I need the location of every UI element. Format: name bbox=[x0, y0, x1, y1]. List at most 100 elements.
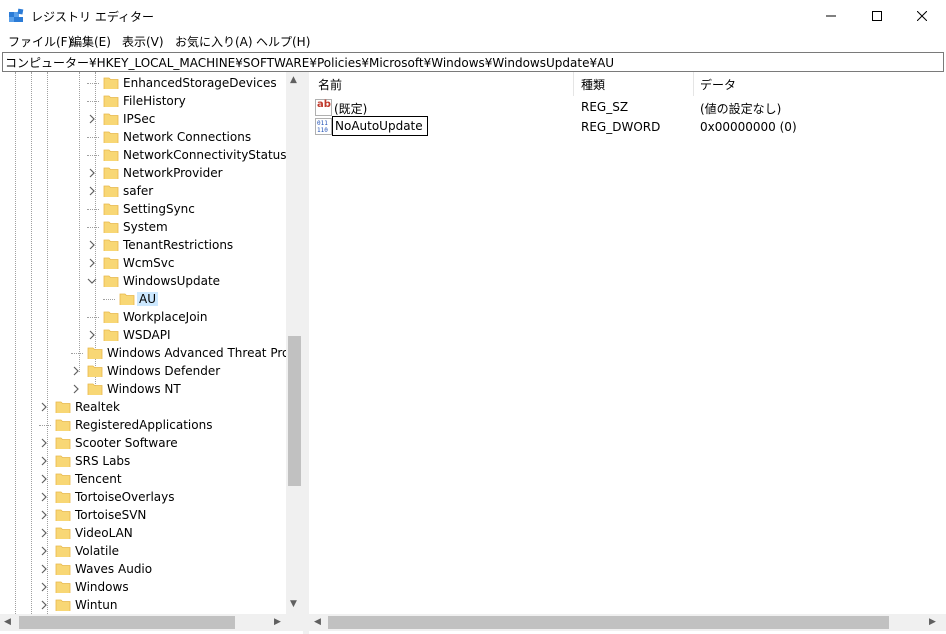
tree-node[interactable]: WorkplaceJoin bbox=[0, 308, 286, 326]
tree-node-label[interactable]: TortoiseSVN bbox=[75, 508, 146, 522]
tree-node-label[interactable]: SettingSync bbox=[123, 202, 195, 216]
tree-node-label[interactable]: EnhancedStorageDevices bbox=[123, 76, 277, 90]
tree-node-label[interactable]: Realtek bbox=[75, 400, 120, 414]
tree-node[interactable]: NetworkProvider bbox=[0, 164, 286, 182]
menu-file[interactable]: ファイル(F) bbox=[8, 33, 72, 50]
tree-node[interactable]: SRS Labs bbox=[0, 452, 286, 470]
value-row[interactable]: ab (既定) REG_SZ (値の設定なし) bbox=[309, 98, 946, 118]
chevron-right-icon[interactable] bbox=[87, 258, 97, 268]
scroll-right-icon[interactable]: ▶ bbox=[929, 617, 936, 627]
tree-node-label[interactable]: FileHistory bbox=[123, 94, 186, 108]
chevron-right-icon[interactable] bbox=[87, 186, 97, 196]
scroll-right-icon[interactable]: ▶ bbox=[274, 617, 281, 627]
tree-node-label[interactable]: Tencent bbox=[75, 472, 122, 486]
minimize-button[interactable] bbox=[808, 0, 854, 31]
scroll-left-icon[interactable]: ◀ bbox=[314, 617, 321, 627]
chevron-right-icon[interactable] bbox=[87, 240, 97, 250]
value-name-edit-text[interactable]: NoAutoUpdate bbox=[335, 119, 423, 133]
tree-node[interactable]: Network Connections bbox=[0, 128, 286, 146]
scroll-down-icon[interactable]: ▼ bbox=[290, 599, 297, 609]
column-header-type[interactable]: 種類 bbox=[581, 76, 605, 98]
chevron-right-icon[interactable] bbox=[39, 456, 49, 466]
tree-node-label[interactable]: AU bbox=[137, 292, 158, 306]
tree-node[interactable]: WSDAPI bbox=[0, 326, 286, 344]
list-hscroll-thumb[interactable] bbox=[328, 616, 889, 629]
tree-node[interactable]: Windows NT bbox=[0, 380, 286, 398]
tree-node[interactable]: Scooter Software bbox=[0, 434, 286, 452]
close-button[interactable] bbox=[899, 0, 945, 31]
tree-node-label[interactable]: SRS Labs bbox=[75, 454, 130, 468]
tree-node-label[interactable]: WcmSvc bbox=[123, 256, 174, 270]
chevron-right-icon[interactable] bbox=[39, 528, 49, 538]
tree-node[interactable]: safer bbox=[0, 182, 286, 200]
tree-node[interactable]: WcmSvc bbox=[0, 254, 286, 272]
tree-node[interactable]: TenantRestrictions bbox=[0, 236, 286, 254]
tree-node[interactable]: Windows Defender bbox=[0, 362, 286, 380]
tree-horizontal-scrollbar[interactable]: ◀ ▶ bbox=[0, 614, 286, 631]
tree-node[interactable]: WindowsUpdate bbox=[0, 272, 286, 290]
address-path[interactable]: コンピューター¥HKEY_LOCAL_MACHINE¥SOFTWARE¥Poli… bbox=[5, 54, 614, 71]
menu-edit[interactable]: 編集(E) bbox=[70, 33, 111, 50]
chevron-right-icon[interactable] bbox=[39, 474, 49, 484]
rename-value-input[interactable]: NoAutoUpdate bbox=[332, 116, 428, 136]
column-separator[interactable] bbox=[693, 72, 694, 96]
tree-node-label[interactable]: Waves Audio bbox=[75, 562, 152, 576]
tree-node[interactable]: System bbox=[0, 218, 286, 236]
chevron-right-icon[interactable] bbox=[39, 582, 49, 592]
tree-node-label[interactable]: Windows NT bbox=[107, 382, 181, 396]
tree-node-label[interactable]: WSDAPI bbox=[123, 328, 171, 342]
chevron-right-icon[interactable] bbox=[39, 564, 49, 574]
tree-node[interactable]: Tencent bbox=[0, 470, 286, 488]
tree-node[interactable]: IPSec bbox=[0, 110, 286, 128]
tree-node-label[interactable]: Windows Advanced Threat Pro bbox=[107, 346, 289, 360]
tree-node[interactable]: Volatile bbox=[0, 542, 286, 560]
tree-node-label[interactable]: Windows bbox=[75, 580, 129, 594]
chevron-right-icon[interactable] bbox=[39, 546, 49, 556]
chevron-right-icon[interactable] bbox=[87, 330, 97, 340]
tree-node-label[interactable]: Network Connections bbox=[123, 130, 251, 144]
chevron-right-icon[interactable] bbox=[39, 600, 49, 610]
tree-hscroll-thumb[interactable] bbox=[19, 616, 235, 629]
chevron-right-icon[interactable] bbox=[71, 366, 81, 376]
tree-node[interactable]: Wintun bbox=[0, 596, 286, 614]
column-header-name[interactable]: 名前 bbox=[318, 76, 342, 98]
tree-node-label[interactable]: TortoiseOverlays bbox=[75, 490, 175, 504]
chevron-right-icon[interactable] bbox=[71, 384, 81, 394]
tree-node[interactable]: AU bbox=[0, 290, 286, 308]
tree-vertical-scrollbar[interactable]: ▲ ▼ bbox=[286, 72, 303, 614]
tree-node-label[interactable]: NetworkProvider bbox=[123, 166, 223, 180]
value-row[interactable]: 011 110 NoAutoUpdate REG_DWORD 0x0000000… bbox=[309, 116, 946, 138]
tree-node-label[interactable]: safer bbox=[123, 184, 153, 198]
registry-key-tree[interactable]: EnhancedStorageDevices FileHistory IPSec Ne… bbox=[0, 72, 304, 632]
tree-node[interactable]: TortoiseSVN bbox=[0, 506, 286, 524]
tree-node-label[interactable]: NetworkConnectivityStatusI bbox=[123, 148, 290, 162]
chevron-right-icon[interactable] bbox=[39, 510, 49, 520]
menu-view[interactable]: 表示(V) bbox=[122, 33, 164, 50]
tree-node[interactable]: Waves Audio bbox=[0, 560, 286, 578]
tree-node-label[interactable]: Wintun bbox=[75, 598, 117, 612]
tree-node[interactable]: EnhancedStorageDevices bbox=[0, 74, 286, 92]
tree-node-label[interactable]: Scooter Software bbox=[75, 436, 178, 450]
tree-node-label[interactable]: WorkplaceJoin bbox=[123, 310, 208, 324]
tree-node[interactable]: RegisteredApplications bbox=[0, 416, 286, 434]
chevron-right-icon[interactable] bbox=[39, 402, 49, 412]
scroll-up-icon[interactable]: ▲ bbox=[290, 75, 297, 85]
tree-node[interactable]: Windows Advanced Threat Pro bbox=[0, 344, 289, 362]
chevron-right-icon[interactable] bbox=[87, 114, 97, 124]
tree-node[interactable]: Windows bbox=[0, 578, 286, 596]
tree-node[interactable]: NetworkConnectivityStatusI bbox=[0, 146, 290, 164]
list-horizontal-scrollbar[interactable]: ◀ ▶ bbox=[309, 614, 946, 631]
maximize-button[interactable] bbox=[854, 0, 900, 31]
tree-node[interactable]: VideoLAN bbox=[0, 524, 286, 542]
menu-help[interactable]: ヘルプ(H) bbox=[256, 33, 310, 50]
tree-node-label[interactable]: RegisteredApplications bbox=[75, 418, 212, 432]
chevron-right-icon[interactable] bbox=[87, 168, 97, 178]
tree-node-label[interactable]: Windows Defender bbox=[107, 364, 220, 378]
address-bar[interactable]: コンピューター¥HKEY_LOCAL_MACHINE¥SOFTWARE¥Poli… bbox=[2, 52, 944, 72]
tree-node[interactable]: SettingSync bbox=[0, 200, 286, 218]
menu-favorites[interactable]: お気に入り(A) bbox=[175, 33, 253, 50]
column-separator[interactable] bbox=[573, 72, 574, 96]
tree-node-label[interactable]: TenantRestrictions bbox=[123, 238, 233, 252]
tree-node-label[interactable]: IPSec bbox=[123, 112, 155, 126]
tree-node[interactable]: FileHistory bbox=[0, 92, 286, 110]
